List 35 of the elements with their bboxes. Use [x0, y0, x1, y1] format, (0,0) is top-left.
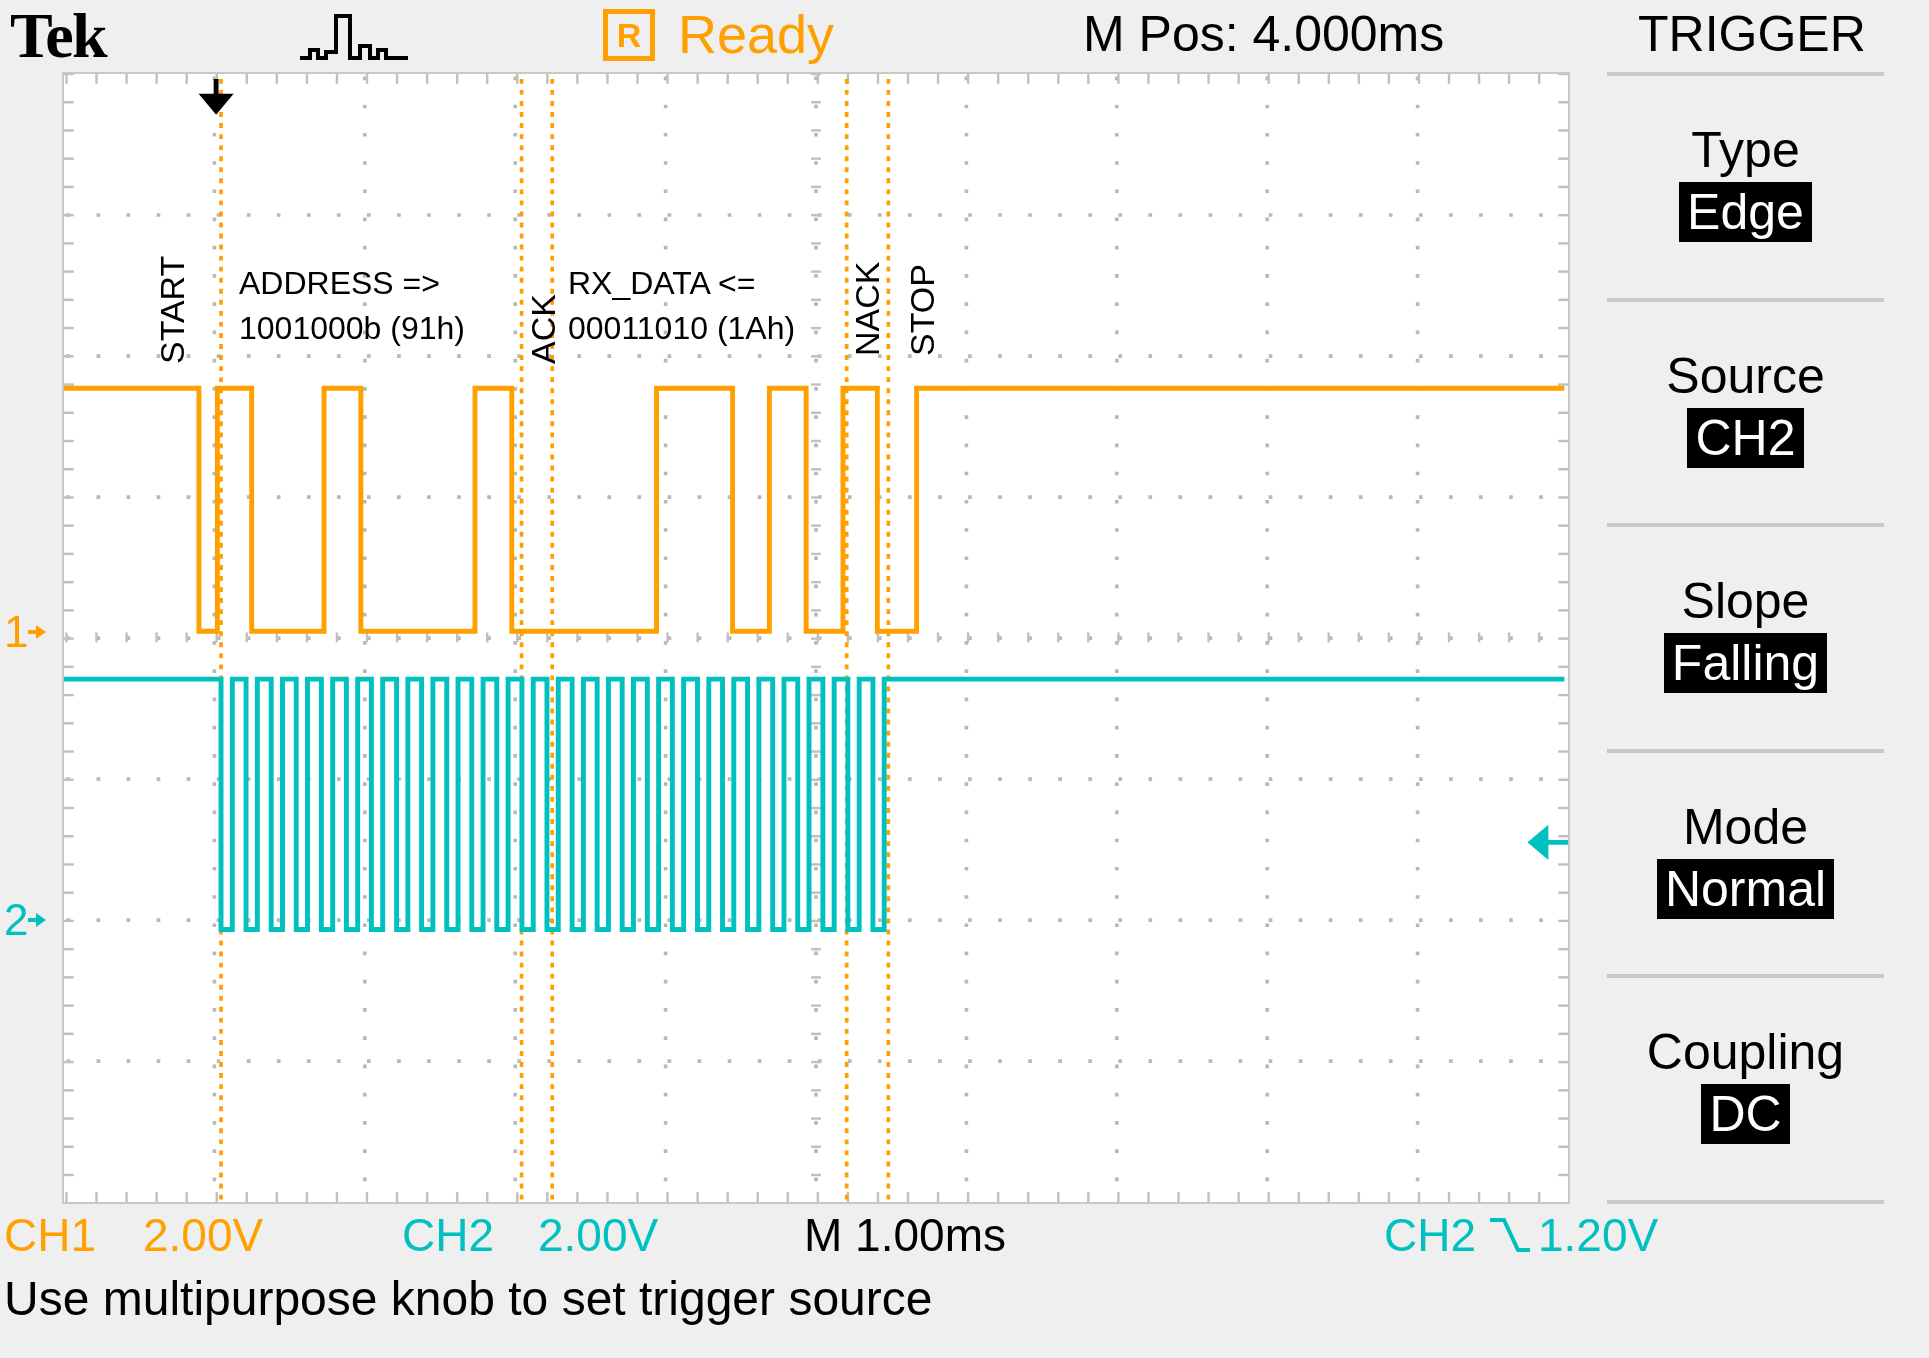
annotation-label: NACK — [847, 260, 887, 356]
status-message: Use multipurpose knob to set trigger source — [4, 1272, 933, 1325]
menu-label: Coupling — [1646, 1023, 1845, 1083]
menu-title: TRIGGER — [1638, 5, 1866, 64]
channel-label: CH2 — [402, 1208, 495, 1262]
annotation-label: RX_DATA <= 00011010 (1Ah) — [568, 264, 796, 348]
trigger-level-readout: 1.20V — [1538, 1208, 1659, 1262]
volts-per-div-readout: 2.00V — [143, 1208, 264, 1262]
trigger-position-icon — [201, 76, 231, 115]
channel-marker: 1 — [4, 608, 29, 656]
timebase-readout: M 1.00ms — [804, 1208, 1006, 1262]
menu-label: Slope — [1681, 572, 1810, 632]
annotation-label: ADDRESS => 1001000b (91h) — [239, 264, 465, 348]
channel-label: CH1 — [4, 1208, 97, 1262]
annotation-label: STOP — [902, 263, 942, 356]
menu-value-button[interactable]: CH2 — [1687, 407, 1804, 468]
annotation-label: START — [152, 254, 192, 364]
arrow-icon — [28, 911, 47, 929]
menu-value-button[interactable]: Edge — [1679, 182, 1812, 242]
menu-value-button[interactable]: Normal — [1656, 858, 1835, 919]
annotation-label: ACK — [523, 293, 563, 364]
trigger-level-icon — [1528, 824, 1568, 858]
menu-label: Source — [1666, 346, 1825, 406]
status-text: Ready — [678, 3, 835, 66]
volts-per-div-readout: 2.00V — [538, 1208, 659, 1262]
brand-logo: Tek — [10, 0, 106, 72]
position-readout: M Pos: 4.000ms — [1083, 5, 1445, 64]
menu-value-button[interactable]: DC — [1701, 1084, 1790, 1145]
menu-label: Type — [1691, 121, 1800, 180]
run-mode-badge: R — [603, 9, 655, 61]
channel-marker: 2 — [4, 896, 29, 944]
menu-value-button[interactable]: Falling — [1663, 633, 1828, 694]
arrow-icon — [28, 623, 47, 641]
menu-label: Mode — [1682, 797, 1809, 857]
channel-label: CH2 — [1384, 1208, 1477, 1262]
